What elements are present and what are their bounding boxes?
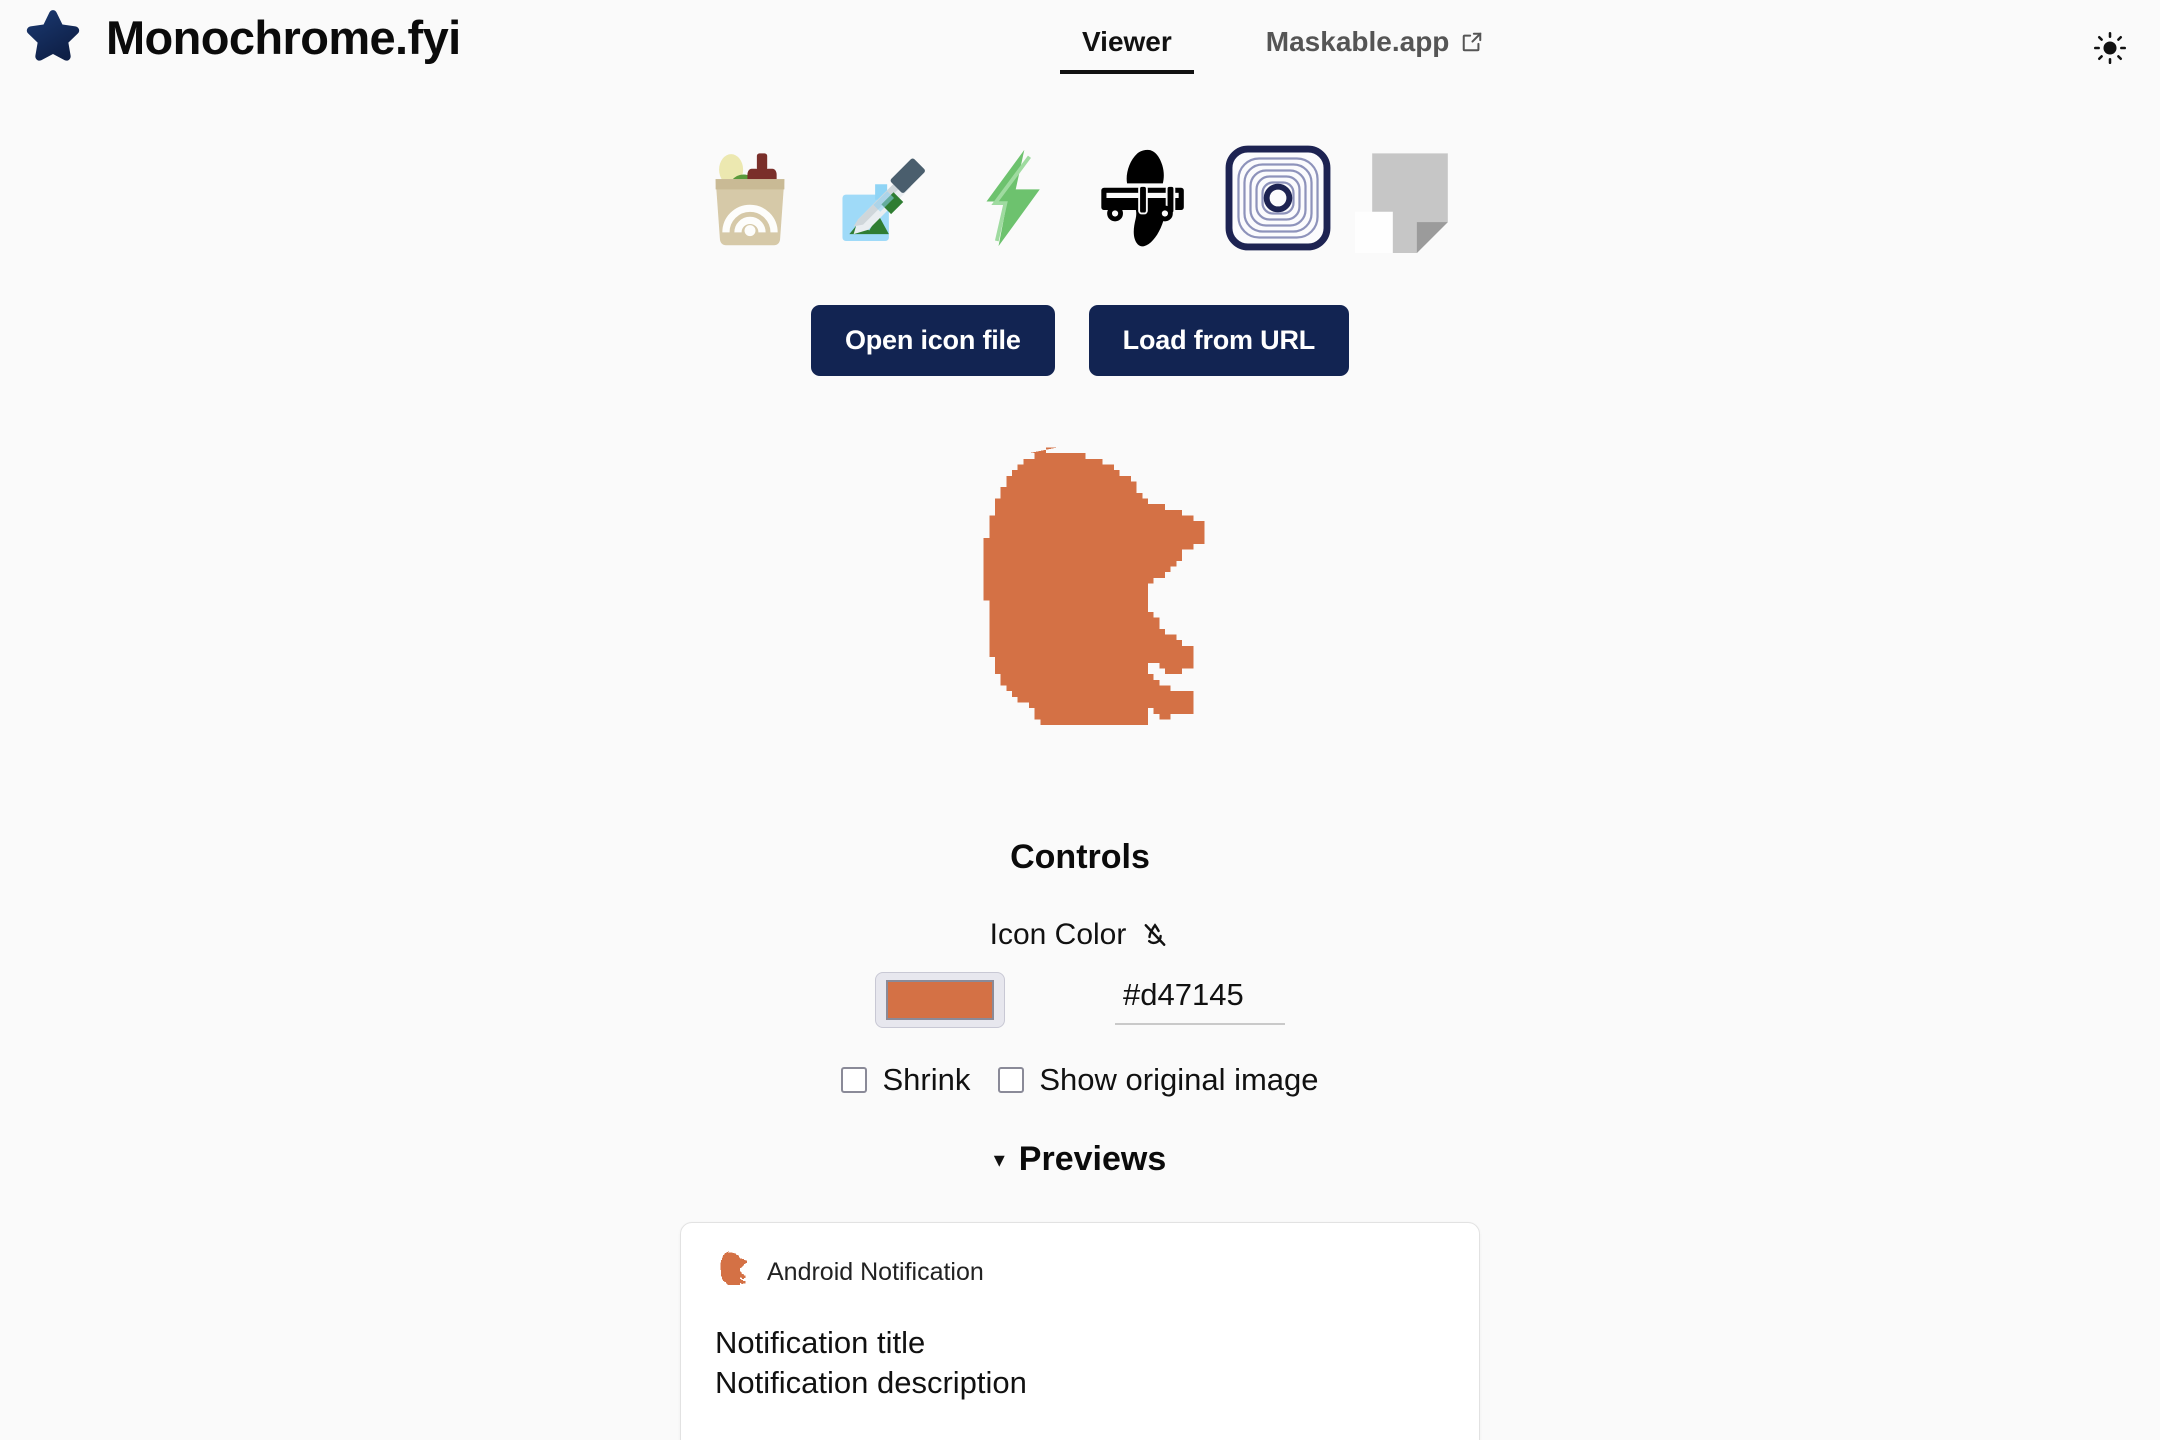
concentric-rings-icon xyxy=(1225,145,1331,251)
document-placeholder-icon xyxy=(1355,153,1448,253)
star-icon xyxy=(26,10,80,61)
load-from-url-button[interactable]: Load from URL xyxy=(1088,305,1350,376)
icon-preview-area xyxy=(0,440,2160,795)
open-icon-file-button[interactable]: Open icon file xyxy=(810,305,1055,376)
hex-color-input[interactable] xyxy=(1115,975,1285,1025)
lightning-bolt-icon xyxy=(986,149,1040,247)
bus-icon xyxy=(1101,149,1184,247)
external-link-icon xyxy=(1463,32,1482,52)
grocery-bag-icon xyxy=(715,153,785,246)
show-original-label: Show original image xyxy=(1039,1062,1319,1097)
tab-maskable-app-label: Maskable.app xyxy=(1265,26,1450,57)
options-row: Shrink Show original image xyxy=(0,1062,2160,1098)
icon-thumb-lightning-bolt[interactable] xyxy=(959,143,1069,253)
icon-color-label: Icon Color xyxy=(989,918,1127,951)
notification-app-row: Android Notification xyxy=(715,1251,1445,1293)
checkbox-show-original-image[interactable]: Show original image xyxy=(998,1062,1319,1098)
shrink-label: Shrink xyxy=(882,1062,971,1097)
notification-app-name: Android Notification xyxy=(767,1257,984,1286)
color-swatch-fill xyxy=(886,980,994,1020)
android-notification-preview-card: Android Notification Notification title … xyxy=(680,1222,1480,1440)
app-header: Monochrome.fyi Viewer Maskable.app xyxy=(0,0,2160,100)
tab-viewer[interactable]: Viewer xyxy=(1060,16,1194,74)
show-original-checkbox-box[interactable] xyxy=(998,1067,1025,1093)
notification-description: Notification description xyxy=(715,1365,1027,1400)
checkbox-shrink[interactable]: Shrink xyxy=(841,1062,970,1098)
eyedropper-icon xyxy=(842,158,925,241)
color-swatch-button[interactable] xyxy=(875,972,1005,1028)
controls-heading: Controls xyxy=(1010,838,1150,876)
shrink-checkbox-box[interactable] xyxy=(841,1067,868,1093)
bison-silhouette-icon xyxy=(983,447,1205,726)
icon-color-input-row xyxy=(0,972,2160,1028)
notification-title: Notification title xyxy=(715,1325,926,1360)
theme-toggle-button[interactable] xyxy=(2088,26,2132,70)
droplet-slash-icon[interactable] xyxy=(1140,920,1170,950)
previews-heading: Previews xyxy=(1018,1140,1167,1178)
icon-thumb-concentric-rings[interactable] xyxy=(1223,143,1333,253)
brand-title: Monochrome.fyi xyxy=(106,10,461,64)
chevron-down-icon: ▾ xyxy=(993,1146,1005,1172)
brand: Monochrome.fyi xyxy=(22,6,461,68)
icon-thumb-eyedropper[interactable] xyxy=(827,143,937,253)
action-button-row: Open icon file Load from URL xyxy=(0,305,2160,376)
icon-thumb-document-placeholder[interactable] xyxy=(1355,143,1465,253)
notification-app-icon xyxy=(720,1251,747,1285)
tab-viewer-label: Viewer xyxy=(1082,26,1172,57)
tab-maskable-app[interactable]: Maskable.app xyxy=(1244,16,1506,74)
main-nav: Viewer Maskable.app xyxy=(1060,16,1505,74)
icon-thumb-grocery-bag[interactable] xyxy=(695,143,805,253)
sun-icon xyxy=(2093,31,2127,65)
icon-thumb-bus[interactable] xyxy=(1091,143,1201,253)
icon-color-label-row: Icon Color xyxy=(0,918,2160,952)
previews-disclosure[interactable]: ▾ Previews xyxy=(0,1140,2160,1179)
icon-thumbnail-strip xyxy=(0,143,2160,253)
